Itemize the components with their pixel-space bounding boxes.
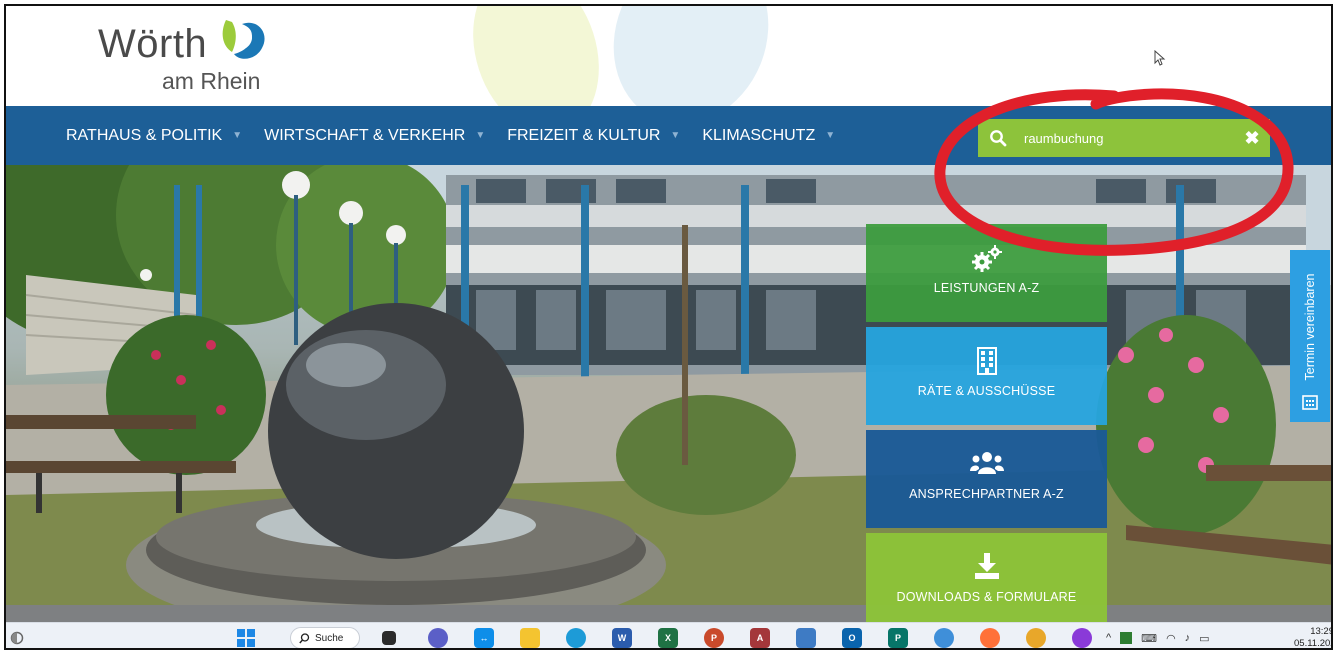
windows-start-icon[interactable]: [236, 628, 256, 648]
tile-label: RÄTE & AUSSCHÜSSE: [917, 384, 1056, 398]
teams-icon[interactable]: [428, 628, 448, 648]
nav-item-label: WIRTSCHAFT & VERKEHR: [264, 126, 466, 144]
background-swoosh-green: [452, 6, 620, 106]
excel-icon[interactable]: X: [658, 628, 678, 648]
hero-image: LEISTUNGEN A-Z RÄTE & AUSSCHÜSSE ANSPREC…: [6, 165, 1331, 622]
caret-down-icon: ▼: [232, 130, 243, 141]
file-explorer-icon[interactable]: [520, 628, 540, 648]
app-icon[interactable]: [796, 628, 816, 648]
teamviewer-icon[interactable]: ↔: [474, 628, 494, 648]
word-icon[interactable]: W: [612, 628, 632, 648]
download-icon: [866, 553, 1107, 587]
system-tray: ^ ⌨ ◠ ♪ ▭: [1106, 628, 1219, 648]
caret-down-icon: ▼: [825, 130, 836, 141]
site-logo[interactable]: Wörth am Rhein: [98, 14, 298, 100]
logo-mark-icon: [222, 20, 265, 59]
nav-item-klimaschutz[interactable]: KLIMASCHUTZ ▼: [702, 127, 835, 145]
caret-down-icon: ▼: [670, 130, 681, 141]
taskbar-search-label: Suche: [315, 632, 344, 644]
taskbar-clock[interactable]: 13:29 05.11.2022: [1294, 626, 1333, 649]
app-tray-icon[interactable]: [1120, 632, 1133, 644]
background-swoosh-blue: [587, 6, 795, 106]
app-icon[interactable]: [1026, 628, 1046, 648]
close-icon[interactable]: ✖: [1234, 119, 1270, 157]
edge-icon[interactable]: [566, 628, 586, 648]
outlook-icon[interactable]: O: [842, 628, 862, 648]
nav-item-label: KLIMASCHUTZ: [702, 126, 816, 144]
tile-raete-ausschuesse[interactable]: RÄTE & AUSSCHÜSSE: [866, 327, 1107, 425]
gears-icon: [866, 244, 1107, 278]
tile-label: LEISTUNGEN A-Z: [933, 281, 1040, 295]
tile-downloads[interactable]: DOWNLOADS & FORMULARE: [866, 533, 1107, 622]
logo-name: Wörth: [98, 22, 208, 66]
keyboard-icon[interactable]: ⌨: [1141, 632, 1157, 645]
app-icon[interactable]: [934, 628, 954, 648]
clock-time: 13:29: [1310, 626, 1333, 637]
search-icon[interactable]: [978, 119, 1018, 157]
people-icon: [866, 450, 1107, 484]
site-header: Wörth am Rhein: [6, 6, 1331, 106]
taskbar-search[interactable]: Suche: [290, 627, 360, 648]
clock-date: 05.11.2022: [1294, 638, 1331, 649]
app-icon[interactable]: [1072, 628, 1092, 648]
task-view-icon[interactable]: [382, 631, 396, 645]
calendar-icon: [1302, 395, 1318, 410]
town-hall-photo: [6, 165, 1331, 622]
nav-item-label: RATHAUS & POLITIK: [66, 126, 223, 144]
search-box: ✖: [978, 119, 1270, 157]
volume-icon[interactable]: ♪: [1185, 632, 1191, 644]
building-icon: [866, 347, 1107, 381]
search-icon: [299, 632, 310, 643]
side-tab-label: Termin vereinbaren: [1303, 273, 1317, 381]
nav-item-freizeit-kultur[interactable]: FREIZEIT & KULTUR ▼: [507, 127, 680, 145]
screenshot-frame: Wörth am Rhein RATHAUS & POLITIK ▼ WIRTS…: [4, 4, 1333, 650]
caret-down-icon: ▼: [475, 130, 486, 141]
firefox-icon[interactable]: [980, 628, 1000, 648]
publisher-icon[interactable]: P: [888, 628, 908, 648]
search-input[interactable]: [1018, 119, 1234, 157]
wifi-icon[interactable]: ◠: [1166, 632, 1176, 645]
nav-item-label: FREIZEIT & KULTUR: [507, 126, 661, 144]
tile-label: ANSPRECHPARTNER A-Z: [909, 487, 1064, 501]
termin-vereinbaren-tab[interactable]: Termin vereinbaren: [1290, 250, 1330, 422]
powerpoint-icon[interactable]: P: [704, 628, 724, 648]
mouse-cursor-icon: [1154, 50, 1166, 66]
nav-menu: RATHAUS & POLITIK ▼ WIRTSCHAFT & VERKEHR…: [66, 106, 857, 165]
nav-item-wirtschaft-verkehr[interactable]: WIRTSCHAFT & VERKEHR ▼: [264, 127, 485, 145]
main-navigation: RATHAUS & POLITIK ▼ WIRTSCHAFT & VERKEHR…: [6, 106, 1331, 165]
tile-leistungen[interactable]: LEISTUNGEN A-Z: [866, 224, 1107, 322]
windows-taskbar: Suche ↔ W X P A O P ^ ⌨ ◠ ♪ ▭ 13:29 05.1…: [6, 622, 1333, 649]
logo-subline: am Rhein: [162, 68, 261, 94]
tile-ansprechpartner[interactable]: ANSPRECHPARTNER A-Z: [866, 430, 1107, 528]
access-icon[interactable]: A: [750, 628, 770, 648]
battery-icon[interactable]: ▭: [1199, 632, 1209, 645]
tile-label: DOWNLOADS & FORMULARE: [896, 590, 1077, 604]
nav-item-rathaus-politik[interactable]: RATHAUS & POLITIK ▼: [66, 127, 242, 145]
chevron-up-icon[interactable]: ^: [1106, 632, 1111, 644]
weather-widget-icon[interactable]: [10, 631, 24, 645]
